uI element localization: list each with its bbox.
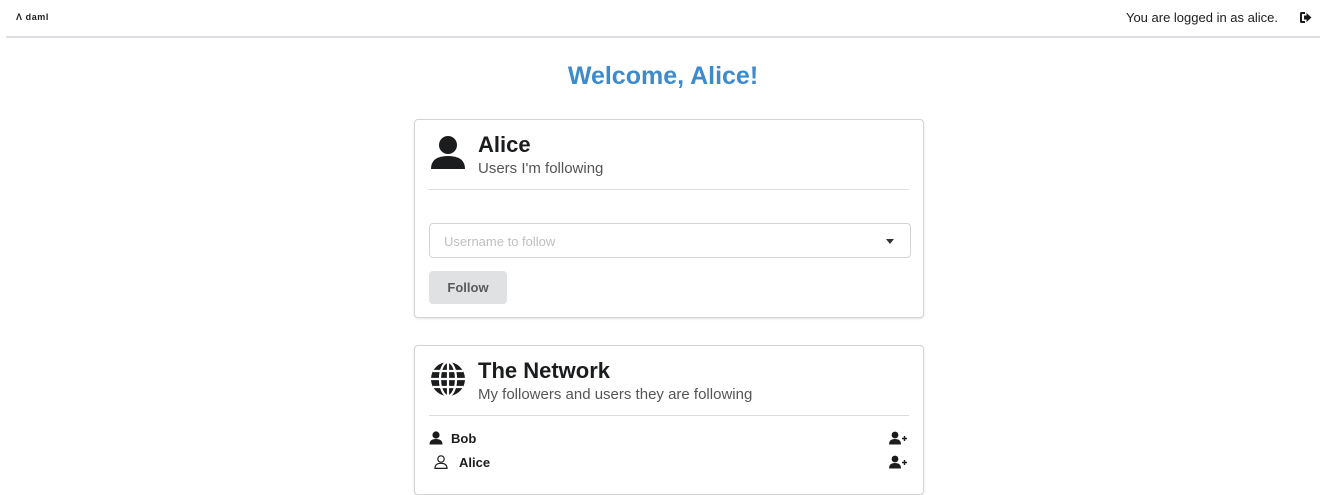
- card-title: Alice: [478, 132, 531, 157]
- caret-down-icon: [886, 239, 894, 244]
- username-to-follow-select[interactable]: Username to follow: [429, 223, 911, 258]
- card-subtitle: My followers and users they are followin…: [478, 386, 753, 403]
- following-card: Alice Users I'm following Username to fo…: [414, 119, 924, 318]
- list-item: Bob: [429, 429, 909, 453]
- network-card-header: The Network My followers and users they …: [429, 358, 909, 416]
- select-placeholder: Username to follow: [444, 234, 556, 249]
- logged-in-status: You are logged in as alice.: [1125, 10, 1278, 25]
- card-title: The Network: [478, 358, 611, 383]
- user-outline-icon: [434, 455, 448, 469]
- list-item: Alice: [429, 453, 909, 477]
- top-bar: Λ daml You are logged in as alice.: [6, 0, 1320, 38]
- daml-logo: Λ daml: [16, 12, 49, 22]
- add-user-icon[interactable]: [889, 431, 907, 445]
- sign-out-icon: [1299, 11, 1311, 23]
- network-user-list: Bob Alice: [429, 429, 909, 477]
- globe-icon: [431, 360, 465, 398]
- daml-logo-text: daml: [25, 12, 50, 22]
- card-subtitle: Users I'm following: [478, 160, 604, 177]
- network-card: The Network My followers and users they …: [414, 345, 924, 495]
- following-card-header: Alice Users I'm following: [429, 132, 909, 190]
- user-icon: [429, 431, 443, 445]
- page-title: Welcome, Alice!: [567, 62, 759, 90]
- user-icon: [431, 136, 465, 169]
- add-user-icon[interactable]: [889, 455, 907, 469]
- follow-button[interactable]: Follow: [429, 271, 507, 304]
- logout-button[interactable]: [1294, 7, 1318, 27]
- network-user-name: Alice: [459, 455, 491, 470]
- daml-logo-mark: Λ: [16, 12, 23, 22]
- network-user-name: Bob: [451, 431, 477, 446]
